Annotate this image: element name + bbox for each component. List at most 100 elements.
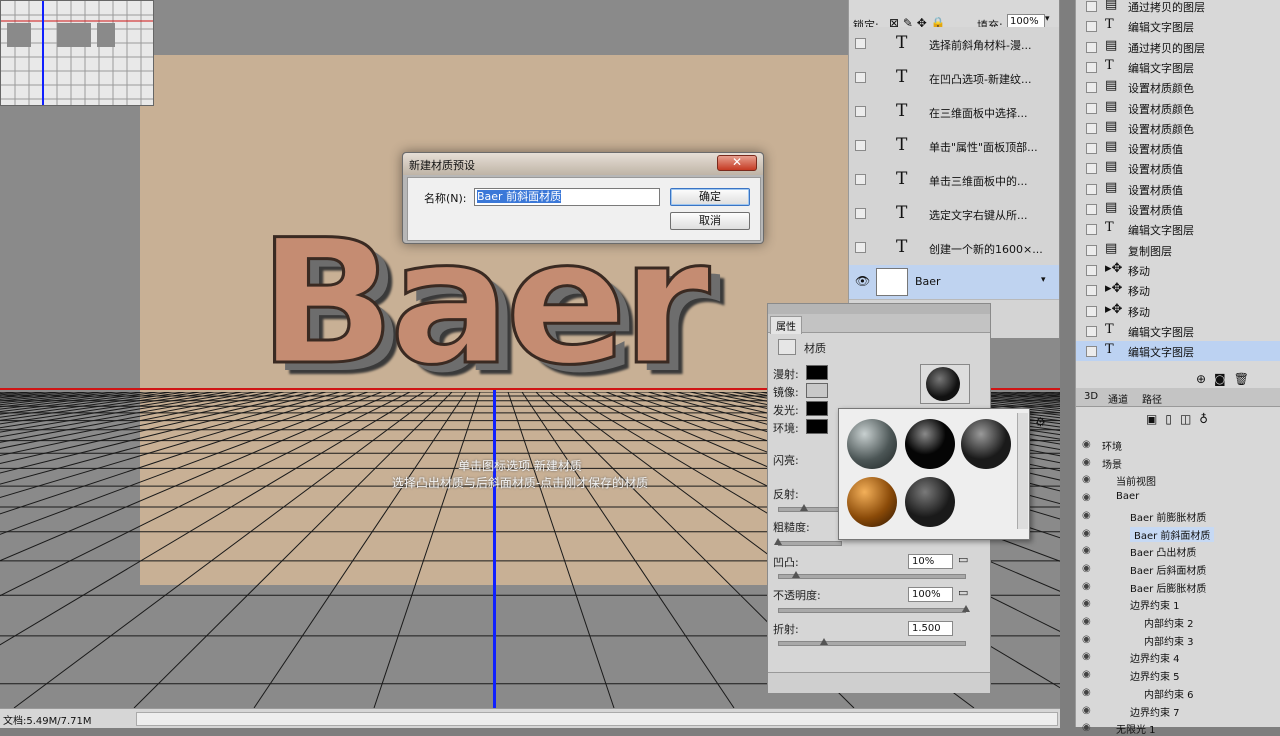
scene-item[interactable]: ◉ 边界约束 7: [1076, 702, 1280, 719]
eye-icon[interactable]: ◉: [1082, 528, 1091, 539]
eye-icon[interactable]: ◉: [1082, 474, 1091, 485]
history-snapshot-checkbox[interactable]: [1086, 41, 1097, 53]
material-swatch-slate[interactable]: [847, 419, 897, 469]
reflection-slider-knob[interactable]: [800, 504, 808, 511]
history-item[interactable]: ▤ 复制图层: [1076, 240, 1280, 260]
eye-icon[interactable]: 👁: [855, 274, 870, 288]
history-item[interactable]: T 编辑文字图层: [1076, 321, 1280, 341]
history-snapshot-checkbox[interactable]: [1086, 1, 1097, 12]
layer-row-baer[interactable]: 👁 Baer ▾: [849, 265, 1059, 300]
tab-paths[interactable]: 路径: [1142, 391, 1162, 406]
material-swatch-black-glossy[interactable]: [905, 419, 955, 469]
history-item[interactable]: ▸✥ 移动: [1076, 301, 1280, 321]
history-snapshot-checkbox[interactable]: [1086, 122, 1097, 134]
history-item[interactable]: T 编辑文字图层: [1076, 57, 1280, 77]
opacity-slider-knob[interactable]: [962, 605, 970, 612]
history-item[interactable]: ▸✥ 移动: [1076, 260, 1280, 280]
material-preview[interactable]: [920, 364, 970, 404]
history-snapshot-checkbox[interactable]: [1086, 346, 1097, 358]
name-input[interactable]: Baer 前斜面材质: [474, 188, 660, 206]
eye-icon[interactable]: ◉: [1082, 616, 1091, 627]
close-icon[interactable]: ✕: [717, 155, 757, 171]
scene-item[interactable]: ◉ Baer 后斜面材质: [1076, 560, 1280, 577]
history-item[interactable]: ▸✥ 移动: [1076, 280, 1280, 300]
refraction-input[interactable]: 1.500: [908, 621, 953, 636]
scene-item[interactable]: ◉ 场景: [1076, 454, 1280, 471]
layer-row[interactable]: T 在凹凸选项-新建纹...: [849, 61, 1059, 96]
history-footer-icons[interactable]: ⊕◙🗑: [1196, 372, 1257, 386]
history-item[interactable]: T 编辑文字图层: [1076, 16, 1280, 36]
eye-icon[interactable]: ◉: [1082, 545, 1091, 556]
scene-item[interactable]: ◉ Baer 前斜面材质: [1076, 525, 1280, 542]
dialog-titlebar[interactable]: 新建材质预设 ✕: [403, 153, 763, 175]
navigator-thumbnail[interactable]: [0, 0, 154, 106]
history-snapshot-checkbox[interactable]: [1086, 82, 1097, 94]
scene-item[interactable]: ◉ 内部约束 6: [1076, 684, 1280, 701]
scene-item[interactable]: ◉ 边界约束 1: [1076, 595, 1280, 612]
eye-icon[interactable]: ◉: [1082, 687, 1091, 698]
layer-row[interactable]: T 创建一个新的1600×...: [849, 231, 1059, 266]
scene-item[interactable]: ◉ 内部约束 2: [1076, 613, 1280, 630]
history-item[interactable]: ▤ 设置材质颜色: [1076, 118, 1280, 138]
layer-menu-icon[interactable]: ▾: [1041, 275, 1046, 285]
eye-icon[interactable]: ◉: [1082, 510, 1091, 521]
history-snapshot-checkbox[interactable]: [1086, 305, 1097, 317]
tab-3d[interactable]: 3D: [1084, 391, 1098, 402]
material-swatch-new-preset[interactable]: [905, 477, 955, 527]
history-snapshot-checkbox[interactable]: [1086, 204, 1097, 215]
history-snapshot-checkbox[interactable]: [1086, 224, 1097, 236]
eye-icon[interactable]: ◉: [1082, 705, 1091, 716]
specular-swatch[interactable]: [806, 383, 828, 398]
history-item[interactable]: ▤ 设置材质值: [1076, 199, 1280, 219]
roughness-slider-knob[interactable]: [774, 538, 782, 545]
visibility-toggle[interactable]: [855, 38, 866, 49]
history-item[interactable]: ▤ 设置材质值: [1076, 179, 1280, 199]
reflection-slider[interactable]: [778, 507, 842, 512]
visibility-toggle[interactable]: [855, 174, 866, 185]
3d-filter-icons[interactable]: ▣▯◫♁: [1146, 412, 1216, 426]
layer-row[interactable]: T 单击三维面板中的...: [849, 163, 1059, 198]
scene-item[interactable]: ◉ 当前视图: [1076, 471, 1280, 488]
diffuse-swatch[interactable]: [806, 365, 828, 380]
scene-item[interactable]: ◉ 内部约束 3: [1076, 631, 1280, 648]
doc-size-info[interactable]: 文档:5.49M/7.71M: [3, 712, 92, 727]
eye-icon[interactable]: ◉: [1082, 457, 1091, 468]
history-snapshot-checkbox[interactable]: [1086, 285, 1097, 297]
material-swatch-orange[interactable]: [847, 477, 897, 527]
eye-icon[interactable]: ◉: [1082, 439, 1091, 450]
scene-item[interactable]: ◉ Baer: [1076, 489, 1280, 506]
history-snapshot-checkbox[interactable]: [1086, 163, 1097, 175]
gear-icon[interactable]: ⚙: [1035, 415, 1046, 429]
visibility-toggle[interactable]: [855, 106, 866, 117]
history-item[interactable]: ▤ 通过拷贝的图层: [1076, 0, 1280, 16]
eye-icon[interactable]: ◉: [1082, 598, 1091, 609]
ambient-swatch[interactable]: [806, 419, 828, 434]
history-snapshot-checkbox[interactable]: [1086, 61, 1097, 73]
history-snapshot-checkbox[interactable]: [1086, 102, 1097, 114]
folder-icon[interactable]: ▭: [958, 586, 968, 599]
picker-scrollbar[interactable]: [1017, 413, 1028, 529]
horizontal-scrollbar[interactable]: [136, 712, 1058, 726]
fill-dropdown-icon[interactable]: ▾: [1045, 14, 1050, 24]
refraction-slider[interactable]: [778, 641, 966, 646]
eye-icon[interactable]: ◉: [1082, 634, 1091, 645]
eye-icon[interactable]: ◉: [1082, 581, 1091, 592]
opacity-input[interactable]: 100%: [908, 587, 953, 602]
history-item[interactable]: ▤ 通过拷贝的图层: [1076, 37, 1280, 57]
layer-row[interactable]: T 在三维面板中选择...: [849, 95, 1059, 130]
tab-channels[interactable]: 通道: [1108, 391, 1128, 406]
bump-slider[interactable]: [778, 574, 966, 579]
roughness-slider[interactable]: [778, 541, 842, 546]
history-snapshot-checkbox[interactable]: [1086, 21, 1097, 33]
visibility-toggle[interactable]: [855, 242, 866, 253]
history-item[interactable]: T 编辑文字图层: [1076, 219, 1280, 239]
eye-icon[interactable]: ◉: [1082, 492, 1091, 503]
bump-input[interactable]: 10%: [908, 554, 953, 569]
layer-row[interactable]: T 单击"属性"面板顶部...: [849, 129, 1059, 164]
illumination-swatch[interactable]: [806, 401, 828, 416]
layer-row[interactable]: T 选定文字右键从所...: [849, 197, 1059, 232]
layer-row[interactable]: T 选择前斜角材料-漫...: [849, 27, 1059, 62]
cancel-button[interactable]: 取消: [670, 212, 750, 230]
folder-icon[interactable]: ▭: [958, 553, 968, 566]
history-item[interactable]: T 编辑文字图层: [1076, 341, 1280, 362]
